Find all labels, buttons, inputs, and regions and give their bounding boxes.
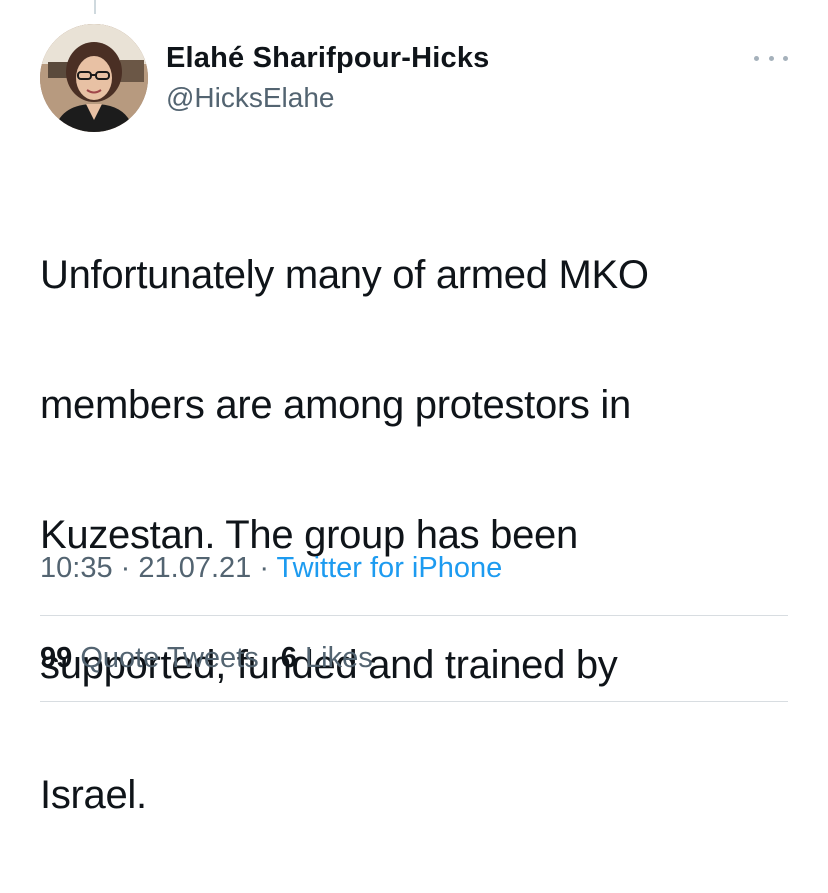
tweet-text-line: Unfortunately many of armed MKO [40,253,649,297]
likes-stat[interactable]: 6 Likes [281,642,373,674]
meta-separator: · [259,552,269,584]
likes-label: Likes [305,642,373,674]
meta-separator: · [120,552,131,584]
tweet-time[interactable]: 10:35 [40,552,113,584]
more-options-button[interactable] [754,48,788,68]
avatar[interactable] [40,24,148,132]
quote-tweets-stat[interactable]: 99 Quote Tweets [40,642,259,674]
avatar-image [40,24,148,132]
tweet-source-link[interactable]: Twitter for iPhone [277,552,503,584]
author-handle[interactable]: @HicksElahe [166,80,490,116]
more-horizontal-icon-dot [783,55,788,61]
more-horizontal-icon-dot [768,55,774,61]
divider [40,615,788,616]
tweet-text: Unfortunately many of armed MKO members … [40,178,760,893]
tweet-metadata: 10:35 · 21.07.21 · Twitter for iPhone [40,548,502,588]
divider [40,701,788,702]
quote-tweets-count: 99 [40,642,73,674]
tweet-stats: 99 Quote Tweets 6 Likes [40,638,387,678]
quote-tweets-label: Quote Tweets [80,642,259,674]
more-horizontal-icon-dot [754,55,759,61]
author-block: Elahé Sharifpour-Hicks @HicksElahe [166,40,490,116]
likes-count: 6 [280,642,297,674]
author-display-name[interactable]: Elahé Sharifpour-Hicks [166,40,490,76]
tweet-text-line: members are among protestors in [40,383,631,427]
tweet-date[interactable]: 21.07.21 [138,552,251,584]
thread-connector-line [94,0,96,14]
tweet-text-line: Israel. [40,773,147,817]
